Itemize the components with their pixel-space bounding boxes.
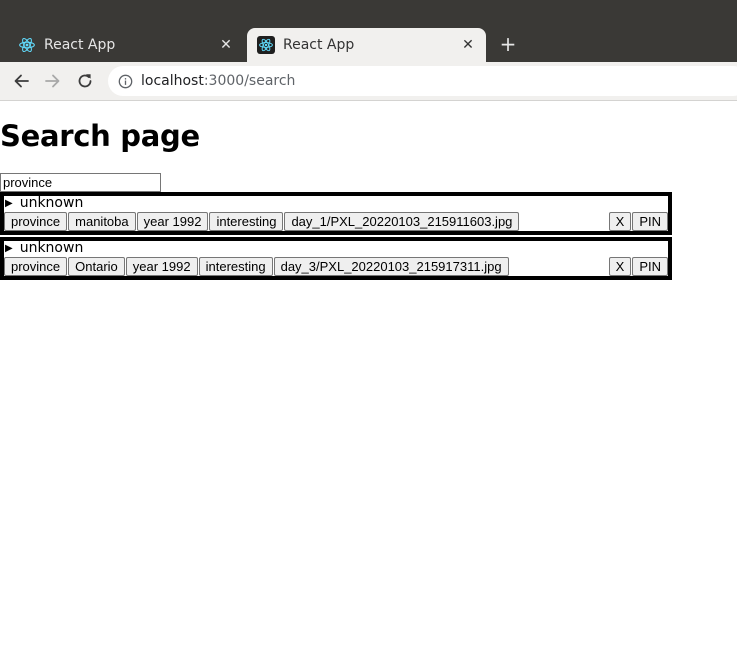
close-tab-icon[interactable]: ✕ <box>460 37 476 53</box>
disclosure-triangle-icon[interactable]: ▶ <box>5 198 13 209</box>
result-actions: X PIN <box>608 257 668 276</box>
tag-button[interactable]: interesting <box>198 257 273 276</box>
tag-button[interactable]: manitoba <box>68 212 136 231</box>
result-card: ▶ unknown province manitoba year 1992 in… <box>0 192 672 235</box>
tag-button[interactable]: interesting <box>209 212 284 231</box>
react-logo-icon <box>18 36 36 54</box>
tab-title: React App <box>44 37 116 53</box>
result-card: ▶ unknown province Ontario year 1992 int… <box>0 237 672 280</box>
tag-list: province Ontario year 1992 interesting d… <box>4 257 510 276</box>
new-tab-button[interactable]: + <box>498 34 518 54</box>
remove-button[interactable]: X <box>608 257 632 276</box>
page-title: Search page <box>0 119 200 153</box>
file-tag-button[interactable]: day_1/PXL_20220103_215911603.jpg <box>284 212 520 231</box>
browser-tab-1[interactable]: React App ✕ <box>8 28 244 62</box>
forward-arrow-icon[interactable] <box>43 71 63 91</box>
tag-button[interactable]: year 1992 <box>136 212 209 231</box>
browser-toolbar: localhost:3000/search <box>0 62 737 101</box>
address-bar[interactable]: localhost:3000/search <box>108 66 737 96</box>
tag-button[interactable]: province <box>4 212 68 231</box>
url-path: :3000/search <box>203 73 296 89</box>
back-arrow-icon[interactable] <box>11 71 31 91</box>
disclosure-triangle-icon[interactable]: ▶ <box>5 243 13 254</box>
remove-button[interactable]: X <box>608 212 632 231</box>
result-summary-label: unknown <box>19 195 84 211</box>
tag-button[interactable]: Ontario <box>68 257 125 276</box>
pin-button[interactable]: PIN <box>632 212 668 231</box>
tag-button[interactable]: province <box>4 257 68 276</box>
tag-button[interactable]: year 1992 <box>125 257 198 276</box>
url-host: localhost <box>141 73 204 89</box>
file-tag-button[interactable]: day_3/PXL_20220103_215917311.jpg <box>273 257 509 276</box>
tab-title: React App <box>283 37 355 53</box>
result-actions: X PIN <box>608 212 668 231</box>
reload-icon[interactable] <box>75 71 95 91</box>
tag-list: province manitoba year 1992 interesting … <box>4 212 520 231</box>
result-summary-label: unknown <box>19 240 84 256</box>
close-tab-icon[interactable]: ✕ <box>218 37 234 53</box>
browser-tab-strip: React App ✕ React App ✕ + <box>0 0 737 62</box>
search-input[interactable] <box>0 173 161 192</box>
pin-button[interactable]: PIN <box>632 257 668 276</box>
info-icon[interactable] <box>117 73 133 89</box>
result-summary[interactable]: ▶ unknown <box>5 194 83 212</box>
result-summary[interactable]: ▶ unknown <box>5 239 83 257</box>
browser-tab-2[interactable]: React App ✕ <box>247 28 486 62</box>
react-logo-icon <box>257 36 275 54</box>
page-content: Search page ▶ unknown province manitoba … <box>0 101 737 652</box>
